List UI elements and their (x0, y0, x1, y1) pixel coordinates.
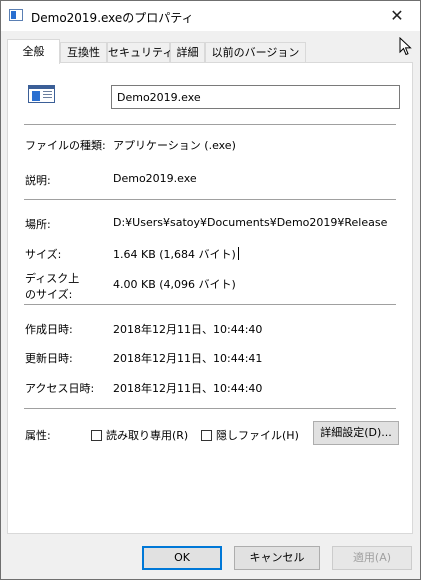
tab-compatibility[interactable]: 互換性 (60, 42, 107, 62)
apply-button[interactable]: 適用(A) (332, 546, 412, 570)
application-icon (9, 9, 23, 21)
modified-value: 2018年12月11日、10:44:41 (113, 352, 263, 365)
window-title: Demo2019.exeのプロパティ (31, 11, 194, 25)
tab-general[interactable]: 全般 (7, 39, 60, 64)
checkbox-box[interactable] (201, 430, 212, 441)
modified-label: 更新日時: (25, 352, 73, 365)
hidden-checkbox[interactable]: 隠しファイル(H) (201, 427, 299, 443)
location-label: 場所: (25, 218, 51, 231)
title-bar: Demo2019.exeのプロパティ ✕ (1, 1, 420, 31)
mouse-pointer-icon (399, 37, 412, 56)
file-name-field[interactable]: Demo2019.exe (111, 85, 400, 109)
properties-dialog: Demo2019.exeのプロパティ ✕ 全般 互換性 セキュリティ 詳細 以前… (0, 0, 421, 580)
ok-button[interactable]: OK (142, 546, 222, 570)
divider (24, 124, 396, 125)
size-on-disk-label-line1: ディスク上 (25, 272, 80, 285)
divider (24, 199, 396, 200)
size-on-disk-value: 4.00 KB (4,096 バイト) (113, 278, 236, 291)
accessed-value: 2018年12月11日、10:44:40 (113, 382, 263, 395)
readonly-checkbox[interactable]: 読み取り専用(R) (91, 427, 188, 443)
description-label: 説明: (25, 174, 51, 187)
attributes-label: 属性: (25, 429, 51, 442)
general-tab-panel: Demo2019.exe ファイルの種類: アプリケーション (.exe) 説明… (7, 62, 413, 534)
location-value: D:¥Users¥satoy¥Documents¥Demo2019¥Releas… (113, 216, 388, 229)
file-type-value: アプリケーション (.exe) (113, 139, 236, 152)
tab-previous-versions[interactable]: 以前のバージョン (205, 42, 306, 62)
application-window-icon (28, 85, 55, 103)
tab-details[interactable]: 詳細 (170, 42, 205, 62)
cancel-button[interactable]: キャンセル (234, 546, 320, 570)
created-label: 作成日時: (25, 323, 73, 336)
size-on-disk-label-line2: のサイズ: (25, 288, 73, 301)
created-value: 2018年12月11日、10:44:40 (113, 323, 263, 336)
accessed-label: アクセス日時: (25, 382, 95, 395)
checkbox-box[interactable] (91, 430, 102, 441)
close-button[interactable]: ✕ (374, 1, 420, 31)
description-value: Demo2019.exe (113, 172, 197, 185)
divider (24, 408, 396, 409)
tab-security[interactable]: セキュリティ (107, 42, 173, 62)
divider (24, 304, 396, 305)
size-value: 1.64 KB (1,684 バイト) (113, 246, 239, 262)
text-caret (237, 247, 239, 260)
file-type-label: ファイルの種類: (25, 139, 106, 152)
size-label: サイズ: (25, 248, 62, 261)
advanced-settings-button[interactable]: 詳細設定(D)... (313, 421, 399, 445)
